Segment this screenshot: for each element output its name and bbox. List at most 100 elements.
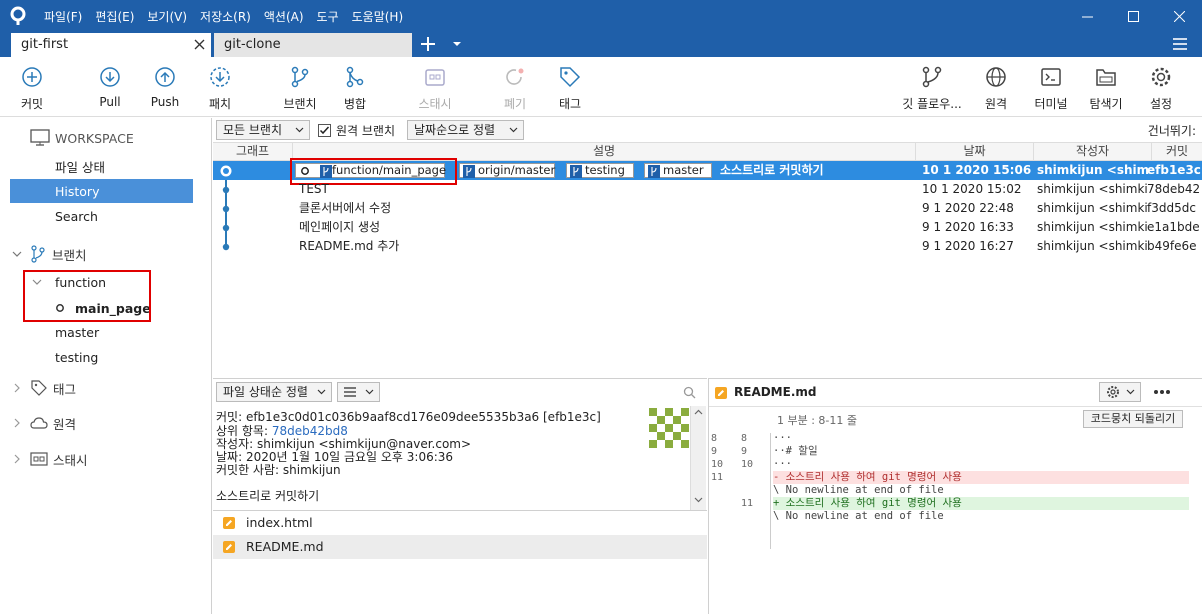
diff-line-context: ···	[773, 432, 792, 444]
column-commit[interactable]: 커밋	[1152, 143, 1202, 161]
menu-tools[interactable]: 도구	[317, 8, 339, 25]
menu-actions[interactable]: 액션(A)	[264, 8, 304, 25]
diff-line-added[interactable]: + 소스트리 사용 하여 git 명령어 사용	[773, 497, 1189, 510]
tab-git-first[interactable]: git-first	[11, 33, 211, 57]
column-graph[interactable]: 그래프	[213, 143, 293, 161]
remote-branches-toggle[interactable]: 원격 브랜치	[318, 122, 395, 138]
add-tab-icon[interactable]	[418, 34, 438, 54]
diff-settings-dropdown[interactable]	[1099, 382, 1141, 402]
menu-help[interactable]: 도움말(H)	[352, 8, 404, 25]
tags-header[interactable]: 태그	[0, 376, 212, 400]
ref-badge-master[interactable]: master	[644, 163, 712, 178]
commit-date: 9 1 2020 22:48	[922, 201, 1014, 215]
list-view-icon	[344, 387, 356, 397]
sidebar: WORKSPACE 파일 상태 History Search 브랜치 funct…	[0, 118, 212, 614]
terminal-icon	[1041, 68, 1061, 86]
tag-label: 태그	[558, 97, 582, 111]
search-icon[interactable]	[683, 386, 696, 399]
scroll-up-icon[interactable]	[694, 409, 703, 416]
file-sort-dropdown[interactable]: 파일 상태순 정렬	[216, 382, 332, 402]
chevron-down-icon	[365, 389, 374, 395]
ref-label: origin/master	[478, 163, 556, 177]
ref-label: master	[663, 163, 704, 177]
pull-icon	[100, 67, 120, 87]
diff-file-name: README.md	[734, 385, 817, 399]
fetch-button[interactable]: 패치	[188, 65, 252, 113]
commit-row[interactable]: 클론서버에서 수정 9 1 2020 22:48 shimkijun <shim…	[213, 199, 1202, 218]
diff-panel: README.md 1 부분 : 8-11 줄 코드뭉치 되돌리기 8 8 ··…	[708, 378, 1202, 614]
tab-dropdown-icon[interactable]	[450, 38, 464, 50]
file-name: README.md	[246, 539, 324, 554]
column-date[interactable]: 날짜	[916, 143, 1034, 161]
commit-hash: efb1e3c	[1147, 163, 1201, 177]
sidebar-item-file-status[interactable]: 파일 상태	[0, 154, 212, 178]
file-item[interactable]: index.html	[213, 511, 707, 535]
commit-node-icon	[222, 205, 230, 213]
stashes-header[interactable]: 스태시	[0, 447, 212, 471]
highlight-box-function-branch	[23, 270, 151, 322]
commit-hash: b49fe6e	[1147, 239, 1197, 253]
diff-line-removed[interactable]: - 소스트리 사용 하여 git 명령어 사용	[773, 471, 1189, 484]
git-flow-label: 깃 플로우...	[902, 97, 962, 111]
close-icon	[1173, 10, 1185, 22]
settings-button[interactable]: 설정	[1129, 65, 1193, 113]
column-author[interactable]: 작성자	[1034, 143, 1152, 161]
old-line-number: 8	[711, 433, 718, 444]
checkbox-checked-icon[interactable]	[318, 123, 331, 137]
branch-icon	[31, 245, 45, 263]
ref-badge-testing[interactable]: testing	[566, 163, 634, 178]
remotes-header[interactable]: 원격	[0, 411, 212, 435]
settings-label: 설정	[1149, 97, 1173, 111]
more-options-icon[interactable]	[1153, 389, 1171, 395]
chevron-right-icon	[14, 454, 20, 464]
view-mode-dropdown[interactable]	[337, 382, 380, 402]
discard-icon	[506, 68, 524, 85]
commit-hash: 78deb42	[1147, 182, 1201, 196]
sidebar-item-testing[interactable]: testing	[0, 345, 212, 369]
commit-row[interactable]: README.md 추가 9 1 2020 16:27 shimkijun <s…	[213, 237, 1202, 256]
git-flow-button[interactable]: 깃 플로우...	[900, 65, 964, 113]
file-item[interactable]: README.md	[213, 535, 707, 559]
fetch-icon	[210, 67, 230, 87]
menu-edit[interactable]: 편집(E)	[95, 8, 134, 25]
close-window-button[interactable]	[1156, 0, 1202, 32]
branch-icon	[463, 165, 475, 178]
commit-author: shimkijun <shimki	[1037, 182, 1148, 196]
commit-details: 커밋: efb1e3c0d01c036b9aaf8cd176e09dee5535…	[213, 405, 707, 510]
title-bar: 파일(F) 편집(E) 보기(V) 저장소(R) 액션(A) 도구 도움말(H)	[0, 0, 1202, 32]
menu-view[interactable]: 보기(V)	[147, 8, 187, 25]
folder-icon	[1096, 69, 1116, 86]
commit-button[interactable]: 커밋	[0, 65, 64, 113]
tab-git-clone[interactable]: git-clone	[214, 33, 412, 57]
chevron-right-icon	[14, 418, 20, 428]
remotes-label: 원격	[53, 416, 77, 432]
hamburger-menu-icon[interactable]	[1172, 36, 1188, 52]
branch-icon	[570, 165, 582, 178]
sidebar-item-history[interactable]: History	[10, 179, 193, 203]
branches-header[interactable]: 브랜치	[0, 242, 212, 266]
branch-filter-dropdown[interactable]: 모든 브랜치	[216, 120, 310, 140]
sidebar-item-master[interactable]: master	[0, 320, 212, 344]
minimize-button[interactable]	[1064, 0, 1110, 32]
menu-repository[interactable]: 저장소(R)	[200, 8, 251, 25]
sort-dropdown[interactable]: 날짜순으로 정렬	[407, 120, 524, 140]
scroll-down-icon[interactable]	[694, 496, 703, 503]
ref-badge-origin-master[interactable]: origin/master	[459, 163, 555, 178]
commit-message: TEST	[299, 182, 329, 196]
ref-label: testing	[585, 163, 625, 177]
workspace-label: WORKSPACE	[55, 130, 134, 146]
tab-close-icon[interactable]	[194, 39, 205, 50]
stash-button[interactable]: 스태시	[403, 65, 467, 113]
commit-row[interactable]: TEST 10 1 2020 15:02 shimkijun <shimki 7…	[213, 180, 1202, 199]
details-scrollbar[interactable]	[690, 406, 706, 510]
diff-line-no-newline: \ No newline at end of file	[773, 484, 944, 496]
merge-button[interactable]: 병합	[323, 65, 387, 113]
new-line-number: 11	[741, 498, 754, 509]
tag-button[interactable]: 태그	[538, 65, 602, 113]
menu-file[interactable]: 파일(F)	[44, 8, 82, 25]
maximize-button[interactable]	[1110, 0, 1156, 32]
sidebar-item-label: testing	[55, 349, 99, 365]
commit-row[interactable]: 메인페이지 생성 9 1 2020 16:33 shimkijun <shimk…	[213, 218, 1202, 237]
revert-hunk-button[interactable]: 코드뭉치 되돌리기	[1083, 410, 1183, 428]
sidebar-item-search[interactable]: Search	[0, 204, 212, 228]
